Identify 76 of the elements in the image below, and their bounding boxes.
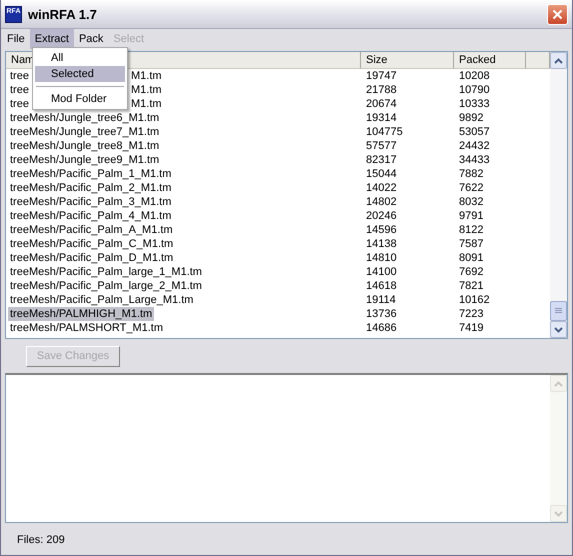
packed-cell-text: 7587 xyxy=(458,237,484,251)
size-cell-text: 14138 xyxy=(365,237,398,251)
scrollbar[interactable] xyxy=(550,52,567,338)
file-name[interactable]: M1.tm xyxy=(129,69,164,83)
file-name[interactable]: treeMesh/Pacific_Palm_1_M1.tm xyxy=(8,167,174,181)
text-area[interactable] xyxy=(5,373,568,523)
file-name[interactable]: M1.tm xyxy=(129,83,164,97)
file-name[interactable]: tree xyxy=(8,69,31,83)
column-header[interactable]: Size xyxy=(361,52,454,69)
size-cell-text: 19747 xyxy=(365,69,398,83)
packed-cell-text: 53057 xyxy=(458,125,491,139)
packed-cell-text: 10790 xyxy=(458,83,491,97)
menu-option[interactable]: Selected xyxy=(35,66,125,82)
file-name[interactable]: treeMesh/PALMHIGH_M1.tm xyxy=(8,307,154,321)
packed-cell-text: 10162 xyxy=(458,293,491,307)
packed-cell-text: 8122 xyxy=(458,223,484,237)
packed-cell-text: 8032 xyxy=(458,195,484,209)
packed-cell-text: 7622 xyxy=(458,181,484,195)
packed-cell-text: 9892 xyxy=(458,111,484,125)
column-header xyxy=(526,52,550,69)
packed-cell-text: 24432 xyxy=(458,139,491,153)
menu-item[interactable]: File xyxy=(2,29,30,49)
size-cell-text: 20246 xyxy=(365,209,398,223)
packed-cell-text: 8091 xyxy=(458,251,484,265)
status-text: Files: 209 xyxy=(17,534,65,546)
menu-item[interactable]: Extract xyxy=(30,29,74,49)
size-cell-text: 14810 xyxy=(365,251,398,265)
menu-option[interactable]: Mod Folder xyxy=(35,91,125,107)
file-name[interactable]: treeMesh/Pacific_Palm_D_M1.tm xyxy=(8,251,176,265)
file-name[interactable]: treeMesh/Jungle_tree8_M1.tm xyxy=(8,139,162,153)
size-cell-text: 14100 xyxy=(365,265,398,279)
file-name[interactable]: treeMesh/PALMSHORT_M1.tm xyxy=(8,321,166,335)
file-name[interactable]: treeMesh/Pacific_Palm_large_1_M1.tm xyxy=(8,265,204,279)
size-cell-text: 104775 xyxy=(365,125,404,139)
packed-cell-text: 7821 xyxy=(458,279,484,293)
size-cell-text: 19114 xyxy=(365,293,397,307)
menu-item[interactable]: Pack xyxy=(74,29,108,49)
file-name[interactable]: treeMesh/Pacific_Palm_C_M1.tm xyxy=(8,237,176,251)
file-name[interactable]: treeMesh/Jungle_tree7_M1.tm xyxy=(8,125,162,139)
packed-cell-text: 7882 xyxy=(458,167,484,181)
file-name[interactable]: treeMesh/Pacific_Palm_2_M1.tm xyxy=(8,181,174,195)
file-name[interactable]: treeMesh/Jungle_tree9_M1.tm xyxy=(8,153,162,167)
size-cell-text: 21788 xyxy=(365,83,398,97)
file-name[interactable]: treeMesh/Pacific_Palm_3_M1.tm xyxy=(8,195,174,209)
packed-cell-text: 10208 xyxy=(458,69,491,83)
packed-cell-text: 7223 xyxy=(458,307,484,321)
scroll-thumb[interactable] xyxy=(550,301,567,321)
size-cell-text: 20674 xyxy=(365,97,398,111)
size-cell-text: 19314 xyxy=(365,111,398,125)
size-cell-text: 14022 xyxy=(365,181,398,195)
size-cell-text: 14596 xyxy=(365,223,398,237)
size-cell-text: 82317 xyxy=(365,153,398,167)
packed-cell-text: 7692 xyxy=(458,265,484,279)
close-button[interactable] xyxy=(547,4,568,24)
file-name[interactable]: tree xyxy=(8,97,31,111)
file-name[interactable]: tree xyxy=(8,83,31,97)
column-header[interactable]: Packed xyxy=(454,52,526,69)
packed-cell-text: 10333 xyxy=(458,97,491,111)
file-name[interactable]: treeMesh/Pacific_Palm_4_M1.tm xyxy=(8,209,174,223)
file-name[interactable]: treeMesh/Jungle_tree6_M1.tm xyxy=(8,111,162,125)
size-cell-text: 14618 xyxy=(365,279,398,293)
close-icon xyxy=(552,8,563,20)
file-name[interactable]: treeMesh/Pacific_Palm_large_2_M1.tm xyxy=(8,279,204,293)
size-cell-text: 14802 xyxy=(365,195,398,209)
packed-cell-text: 7419 xyxy=(458,321,484,335)
file-name[interactable]: treeMesh/Pacific_Palm_A_M1.tm xyxy=(8,223,175,237)
size-cell-text: 13736 xyxy=(365,307,398,321)
window-title: winRFA 1.7 xyxy=(28,6,98,22)
size-cell-text: 14686 xyxy=(365,321,398,335)
packed-cell-text: 34433 xyxy=(458,153,491,167)
file-name[interactable]: M1.tm xyxy=(129,97,164,111)
file-name[interactable]: treeMesh/Pacific_Palm_Large_M1.tm xyxy=(8,293,196,307)
size-cell-text: 15044 xyxy=(365,167,398,181)
packed-cell-text: 9791 xyxy=(458,209,484,223)
size-cell-text: 57577 xyxy=(365,139,398,153)
menu-option[interactable]: All xyxy=(35,50,125,66)
